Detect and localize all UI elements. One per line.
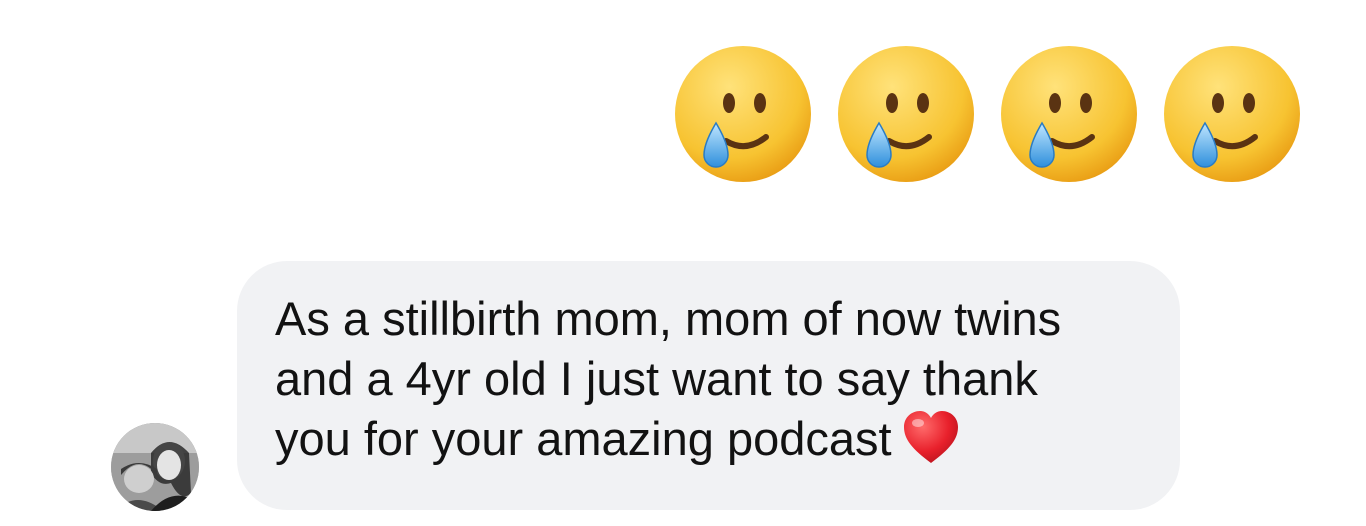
profile-photo-icon xyxy=(111,423,199,511)
message-line-text: you for your amazing podcast xyxy=(275,412,892,465)
sender-avatar[interactable] xyxy=(111,423,199,511)
red-heart-icon xyxy=(903,411,958,463)
smiling-face-with-tear-icon xyxy=(1164,46,1300,182)
message-bubble[interactable]: As a stillbirth mom, mom of now twins an… xyxy=(237,261,1180,510)
smiling-face-with-tear-icon xyxy=(1001,46,1137,182)
smiling-face-with-tear-icon xyxy=(675,46,811,182)
message-line-last: you for your amazing podcast xyxy=(275,409,1144,469)
message-line: As a stillbirth mom, mom of now twins xyxy=(275,292,1062,345)
smiling-face-with-tear-icon xyxy=(838,46,974,182)
emoji-message[interactable] xyxy=(674,45,1301,183)
message-line: and a 4yr old I just want to say thank xyxy=(275,352,1038,405)
